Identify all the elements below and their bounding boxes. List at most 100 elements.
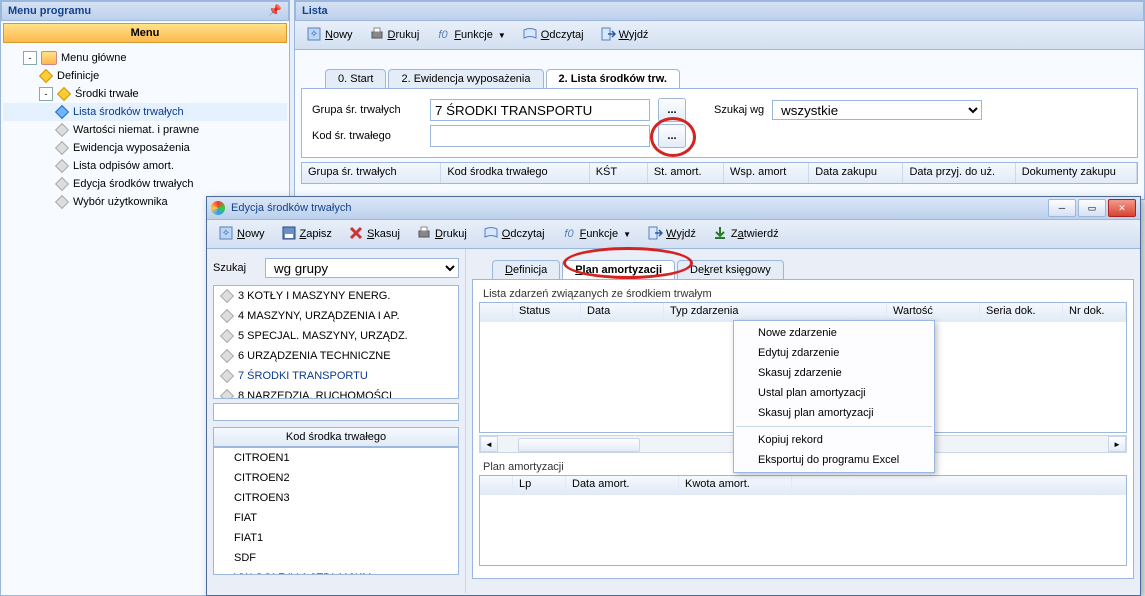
tree-item[interactable]: -Środki trwałe — [3, 85, 287, 103]
column-header[interactable]: Data zakupu — [809, 163, 903, 183]
column-header[interactable]: Typ zdarzenia — [664, 303, 887, 321]
column-header[interactable]: Status — [513, 303, 581, 321]
tree-item[interactable]: -Menu główne — [3, 49, 287, 67]
pin-icon[interactable]: 📌 — [268, 2, 282, 20]
dialog-toolbar: ✧NowyZapiszSkasujDrukujOdczytajf0Funkcje… — [207, 220, 1140, 249]
column-header[interactable]: Kod środka trwałego — [441, 163, 589, 183]
toolbar-label: Funkcje — [580, 228, 619, 240]
group-filter-input[interactable] — [213, 403, 459, 421]
kod-label: Kod śr. trwałego — [312, 130, 422, 142]
column-header[interactable]: Grupa śr. trwałych — [302, 163, 441, 183]
column-header[interactable]: KŚT — [590, 163, 648, 183]
expand-icon[interactable]: - — [23, 51, 37, 65]
szukaj-select[interactable]: wszystkie — [772, 100, 982, 120]
funkcje-button[interactable]: f0Funkcje▼ — [428, 23, 512, 48]
menu-item[interactable]: Edytuj zdarzenie — [734, 343, 934, 363]
diamond-icon — [55, 177, 69, 191]
tree-item[interactable]: Lista odpisów amort. — [3, 157, 287, 175]
nowy-button[interactable]: ✧Nowy — [299, 23, 360, 48]
szukaj2-select[interactable]: wg grupy — [265, 258, 459, 278]
diamond-icon — [220, 389, 234, 399]
kod-input[interactable] — [430, 125, 650, 147]
tab[interactable]: Plan amortyzacji — [562, 260, 675, 279]
column-header[interactable]: Data przyj. do uż. — [903, 163, 1015, 183]
list-item-label: CITROEN1 — [234, 452, 290, 464]
column-header[interactable]: Seria dok. — [980, 303, 1063, 321]
menu-bar[interactable]: Menu — [3, 23, 287, 43]
menu-item[interactable]: Nowe zdarzenie — [734, 323, 934, 343]
list-item[interactable]: 8 NARZĘDZIA, RUCHOMOŚCI — [214, 386, 458, 399]
column-header[interactable]: St. amort. — [648, 163, 724, 183]
scroll-right-icon[interactable]: ► — [1108, 436, 1126, 452]
tree-item[interactable]: Wartości niemat. i prawne — [3, 121, 287, 139]
column-header[interactable]: Lp — [513, 476, 566, 494]
column-header[interactable]: Data amort. — [566, 476, 679, 494]
diamond-icon — [220, 309, 234, 323]
list-item[interactable]: CITROEN1 — [228, 448, 458, 468]
list-item[interactable]: SDF — [228, 548, 458, 568]
grp-input[interactable] — [430, 99, 650, 121]
column-header[interactable] — [480, 303, 513, 321]
column-header[interactable] — [480, 476, 513, 494]
zatwierdz-button[interactable]: Zatwierdź — [705, 222, 786, 247]
column-header[interactable]: Nr dok. — [1063, 303, 1126, 321]
menu-item[interactable]: Skasuj plan amortyzacji — [734, 403, 934, 423]
column-header[interactable]: Wartość — [887, 303, 980, 321]
list-item[interactable]: CITROEN3 — [228, 488, 458, 508]
list-item[interactable]: 4 MASZYNY, URZĄDZENIA I AP. — [214, 306, 458, 326]
column-header[interactable]: Kwota amort. — [679, 476, 792, 494]
drukuj-button[interactable]: Drukuj — [409, 222, 474, 247]
kod-list[interactable]: CITROEN1 CITROEN2CITROEN3FIATFIAT1SDF▶VW … — [213, 447, 459, 575]
zapisz-button[interactable]: Zapisz — [274, 222, 339, 247]
list-item[interactable]: ▶VW GOLF IV 1.9TDI 110KM — [228, 568, 458, 575]
tab[interactable]: 2. Ewidencja wyposażenia — [388, 69, 543, 88]
expand-icon[interactable]: - — [39, 87, 53, 101]
column-header[interactable]: Dokumenty zakupu — [1016, 163, 1137, 183]
list-item[interactable]: 6 URZĄDZENIA TECHNICZNE — [214, 346, 458, 366]
maximize-button[interactable]: ▭ — [1078, 199, 1106, 217]
tree-item-label: Lista odpisów amort. — [73, 160, 174, 172]
column-header[interactable]: Wsp. amort — [724, 163, 809, 183]
column-header[interactable]: Data — [581, 303, 664, 321]
odczytaj-button[interactable]: Odczytaj — [476, 222, 552, 247]
tree-item[interactable]: Edycja środków trwałych — [3, 175, 287, 193]
plan-grid[interactable]: LpData amort.Kwota amort. — [479, 475, 1127, 566]
list-item[interactable]: 5 SPECJAL. MASZYNY, URZĄDZ. — [214, 326, 458, 346]
wyjdz-button[interactable]: Wyjdź — [640, 222, 703, 247]
list-item[interactable]: FIAT — [228, 508, 458, 528]
tree-item[interactable]: Definicje — [3, 67, 287, 85]
close-button[interactable]: ✕ — [1108, 199, 1136, 217]
dialog-titlebar[interactable]: Edycja środków trwałych ─ ▭ ✕ — [207, 197, 1140, 220]
list-item-label: VW GOLF IV 1.9TDI 110KM — [234, 572, 371, 575]
tab[interactable]: Dekret księgowy — [677, 260, 784, 279]
wyjdz-button[interactable]: Wyjdź — [593, 23, 656, 48]
tree-item[interactable]: Lista środków trwałych — [3, 103, 287, 121]
grp-lookup-button[interactable]: ... — [658, 98, 686, 122]
drukuj-button[interactable]: Drukuj — [362, 23, 427, 48]
odczytaj-button[interactable]: Odczytaj — [515, 23, 591, 48]
nowy-button[interactable]: ✧Nowy — [211, 222, 272, 247]
tab[interactable]: 0. Start — [325, 69, 386, 88]
folder-icon — [41, 51, 57, 65]
menu-item[interactable]: Eksportuj do programu Excel — [734, 450, 934, 470]
group-list[interactable]: 3 KOTŁY I MASZYNY ENERG.4 MASZYNY, URZĄD… — [213, 285, 459, 399]
minimize-button[interactable]: ─ — [1048, 199, 1076, 217]
toolbar-label: Nowy — [325, 29, 353, 41]
diamond-icon — [55, 141, 69, 155]
list-item[interactable]: 3 KOTŁY I MASZYNY ENERG. — [214, 286, 458, 306]
menu-item[interactable]: Kopiuj rekord — [734, 430, 934, 450]
list-item[interactable]: 7 ŚRODKI TRANSPORTU — [214, 366, 458, 386]
scroll-left-icon[interactable]: ◄ — [480, 436, 498, 452]
tab[interactable]: Definicja — [492, 260, 560, 279]
dialog-left-pane: Szukaj wg grupy 3 KOTŁY I MASZYNY ENERG.… — [207, 249, 466, 593]
list-item[interactable]: FIAT1 — [228, 528, 458, 548]
list-item[interactable]: CITROEN2 — [228, 468, 458, 488]
menu-item[interactable]: Ustal plan amortyzacji — [734, 383, 934, 403]
tree-item[interactable]: Ewidencja wyposażenia — [3, 139, 287, 157]
skasuj-button[interactable]: Skasuj — [341, 222, 407, 247]
kod-lookup-button[interactable]: ... — [658, 124, 686, 148]
funkcje-button[interactable]: f0Funkcje▼ — [554, 222, 638, 247]
menu-item[interactable]: Skasuj zdarzenie — [734, 363, 934, 383]
tab[interactable]: 2. Lista środków trw. — [546, 69, 680, 88]
scroll-thumb[interactable] — [518, 438, 640, 452]
